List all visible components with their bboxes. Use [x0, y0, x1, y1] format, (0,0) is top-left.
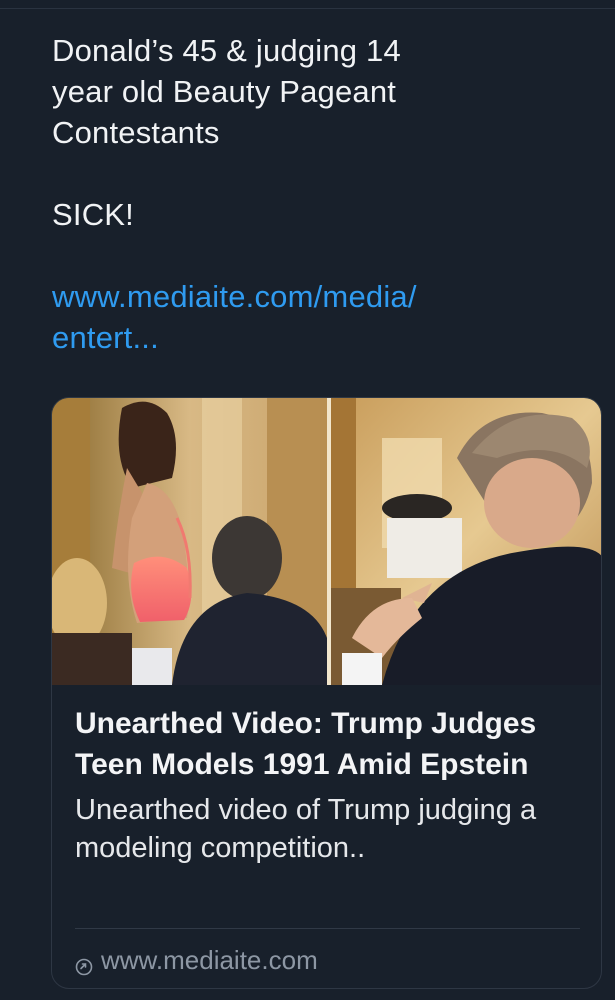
link-preview-description: Unearthed video of Trump judging a model…	[75, 794, 537, 864]
post-text-line: Contestants	[52, 115, 220, 150]
post-url-line[interactable]: entert...	[52, 317, 572, 358]
card-divider	[75, 928, 580, 929]
link-icon	[75, 951, 93, 976]
post-text-line: year old Beauty Pageant	[52, 74, 397, 109]
link-preview-body: Unearthed Video: Trump Judges Teen Model…	[75, 703, 585, 867]
post-body: Donald’s 45 & judging 14 year old Beauty…	[52, 30, 572, 358]
video-still-image	[52, 398, 601, 685]
post-url-link[interactable]: www.mediaite.com/media/ entert...	[52, 276, 572, 358]
link-preview-title[interactable]: Unearthed Video: Trump Judges Teen Model…	[75, 703, 585, 785]
link-preview-image[interactable]	[52, 398, 601, 685]
post-url-line[interactable]: www.mediaite.com/media/	[52, 276, 572, 317]
post-text-line: Donald’s 45 & judging 14	[52, 33, 401, 68]
post-view: Donald’s 45 & judging 14 year old Beauty…	[0, 0, 615, 1000]
domain-text: www.mediaite.com	[101, 945, 318, 975]
link-preview-card[interactable]: Unearthed Video: Trump Judges Teen Model…	[51, 397, 602, 989]
link-preview-domain[interactable]: www.mediaite.com	[75, 944, 318, 976]
top-divider	[0, 0, 615, 9]
post-text-exclamation: SICK!	[52, 197, 134, 232]
